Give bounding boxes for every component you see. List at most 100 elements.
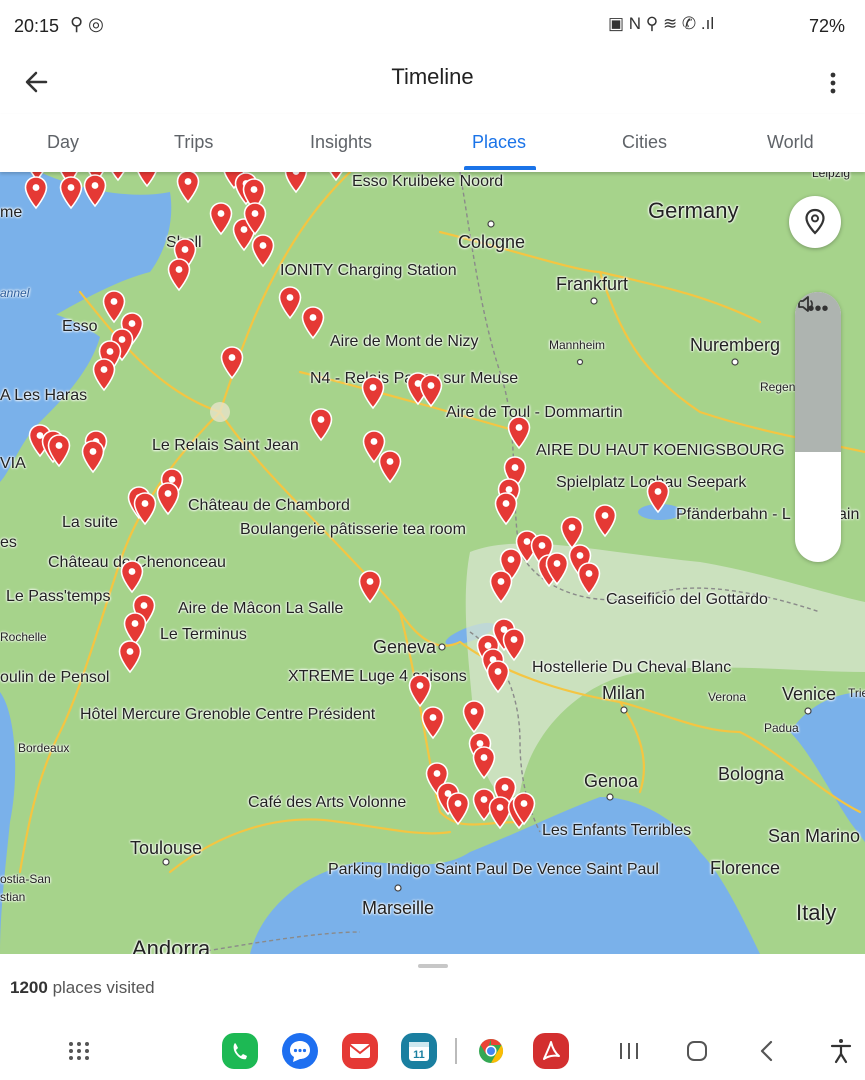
map-label: Le Pass'temps <box>6 588 111 605</box>
chrome-icon[interactable] <box>472 1032 510 1070</box>
map-label: Bordeaux <box>18 741 70 755</box>
apps-grid-icon[interactable] <box>60 1032 98 1070</box>
place-pin[interactable] <box>378 450 402 484</box>
place-pin[interactable] <box>106 172 130 182</box>
tab-cities[interactable]: Cities <box>622 132 667 153</box>
place-pin[interactable] <box>489 570 513 604</box>
place-pin[interactable] <box>278 286 302 320</box>
messages-icon[interactable] <box>281 1032 319 1070</box>
tab-trips[interactable]: Trips <box>174 132 213 153</box>
email-icon[interactable] <box>341 1032 379 1070</box>
map-label: stian <box>0 890 26 904</box>
map-label: Nuremberg <box>690 335 781 355</box>
system-dock: 11 <box>0 1024 865 1080</box>
place-pin[interactable] <box>593 504 617 538</box>
place-pin[interactable] <box>494 492 518 526</box>
place-pin[interactable] <box>156 482 180 516</box>
map-label: Leipzig <box>812 172 851 180</box>
place-pin[interactable] <box>167 258 191 292</box>
place-pin[interactable] <box>220 346 244 380</box>
place-pin[interactable] <box>646 480 670 514</box>
dock-separator <box>455 1038 457 1064</box>
place-pin[interactable] <box>118 640 142 674</box>
more-options-button[interactable] <box>823 62 843 102</box>
active-tab-indicator <box>464 166 536 170</box>
places-count-suffix: places visited <box>52 978 155 997</box>
place-pin[interactable] <box>81 440 105 474</box>
map-label: Toulouse <box>130 838 203 858</box>
place-pin[interactable] <box>309 408 333 442</box>
map-label: XTREME Luge 4 saisons <box>288 668 467 685</box>
place-pin[interactable] <box>24 176 48 210</box>
tab-world[interactable]: World <box>767 132 814 153</box>
location-pin-icon <box>805 208 825 235</box>
place-pin[interactable] <box>408 674 432 708</box>
place-pin[interactable] <box>176 172 200 204</box>
map-label: Les Enfants Terribles <box>542 822 692 839</box>
map-label: IONITY Charging Station <box>280 262 457 279</box>
page-title: Timeline <box>391 64 474 89</box>
place-pin[interactable] <box>284 172 308 194</box>
place-pin[interactable] <box>133 492 157 526</box>
place-pin[interactable] <box>301 306 325 340</box>
place-pin[interactable] <box>243 202 267 236</box>
tab-insights[interactable]: Insights <box>310 132 372 153</box>
map-label: Genoa <box>584 771 639 791</box>
place-pin[interactable] <box>577 562 601 596</box>
map-label: Café des Arts Volonne <box>248 794 407 811</box>
place-pin[interactable] <box>358 570 382 604</box>
map-label: Le Terminus <box>160 626 247 643</box>
map-label: Venice <box>782 684 837 704</box>
acrobat-icon[interactable] <box>532 1032 570 1070</box>
place-pin[interactable] <box>486 660 510 694</box>
map-label: Le Relais Saint Jean <box>152 437 299 454</box>
place-pin[interactable] <box>502 628 526 662</box>
place-pin[interactable] <box>120 560 144 594</box>
map-label: Padua <box>764 721 799 735</box>
map-label: ostia-San <box>0 872 51 886</box>
place-pin[interactable] <box>92 358 116 392</box>
map-label: oulin de Pensol <box>0 669 110 686</box>
map-label: Regen <box>760 380 796 394</box>
timeline-tabs: Day Trips Insights Places Cities World <box>0 114 865 172</box>
volume-panel: ••• <box>795 292 841 562</box>
app-bar: Timeline <box>0 54 865 114</box>
place-pin[interactable] <box>209 202 233 236</box>
my-location-button[interactable] <box>789 196 841 248</box>
place-pin[interactable] <box>512 792 536 826</box>
home-icon[interactable] <box>678 1032 716 1070</box>
calendar-icon[interactable]: 11 <box>400 1032 438 1070</box>
speaker-icon[interactable] <box>795 292 819 316</box>
place-pin[interactable] <box>361 376 385 410</box>
place-pin[interactable] <box>446 792 470 826</box>
map-label: AIRE DU HAUT KOENIGSBOURG <box>536 442 785 459</box>
place-pin[interactable] <box>59 176 83 210</box>
place-pin[interactable] <box>419 374 443 408</box>
map-label: Milan <box>602 683 646 703</box>
back-icon[interactable] <box>748 1032 786 1070</box>
place-pin[interactable] <box>324 172 348 182</box>
map-label: Bologna <box>718 764 785 784</box>
place-pin[interactable] <box>507 416 531 450</box>
drag-handle[interactable] <box>418 964 448 968</box>
recents-icon[interactable] <box>610 1032 648 1070</box>
map-label: Esso <box>62 318 98 335</box>
map-label: Aire de Mâcon La Salle <box>178 600 344 617</box>
place-pin[interactable] <box>462 700 486 734</box>
accessibility-icon[interactable] <box>822 1032 860 1070</box>
tab-places[interactable]: Places <box>472 132 526 153</box>
place-pin[interactable] <box>135 172 159 188</box>
phone-icon[interactable] <box>221 1032 259 1070</box>
place-pin[interactable] <box>421 706 445 740</box>
place-pin[interactable] <box>251 234 275 268</box>
map-label: Cologne <box>458 232 526 252</box>
more-vert-icon <box>830 72 836 94</box>
place-pin[interactable] <box>47 434 71 468</box>
place-pin[interactable] <box>83 174 107 208</box>
place-pin[interactable] <box>472 746 496 780</box>
places-bottom-sheet[interactable]: 1200 places visited <box>0 954 865 1024</box>
places-map[interactable]: Esso Kruibeke Noord Leipzig Germany me S… <box>0 172 865 954</box>
map-label: Hôtel Mercure Grenoble Centre Président <box>80 706 376 723</box>
place-pin[interactable] <box>545 552 569 586</box>
tab-day[interactable]: Day <box>47 132 79 153</box>
